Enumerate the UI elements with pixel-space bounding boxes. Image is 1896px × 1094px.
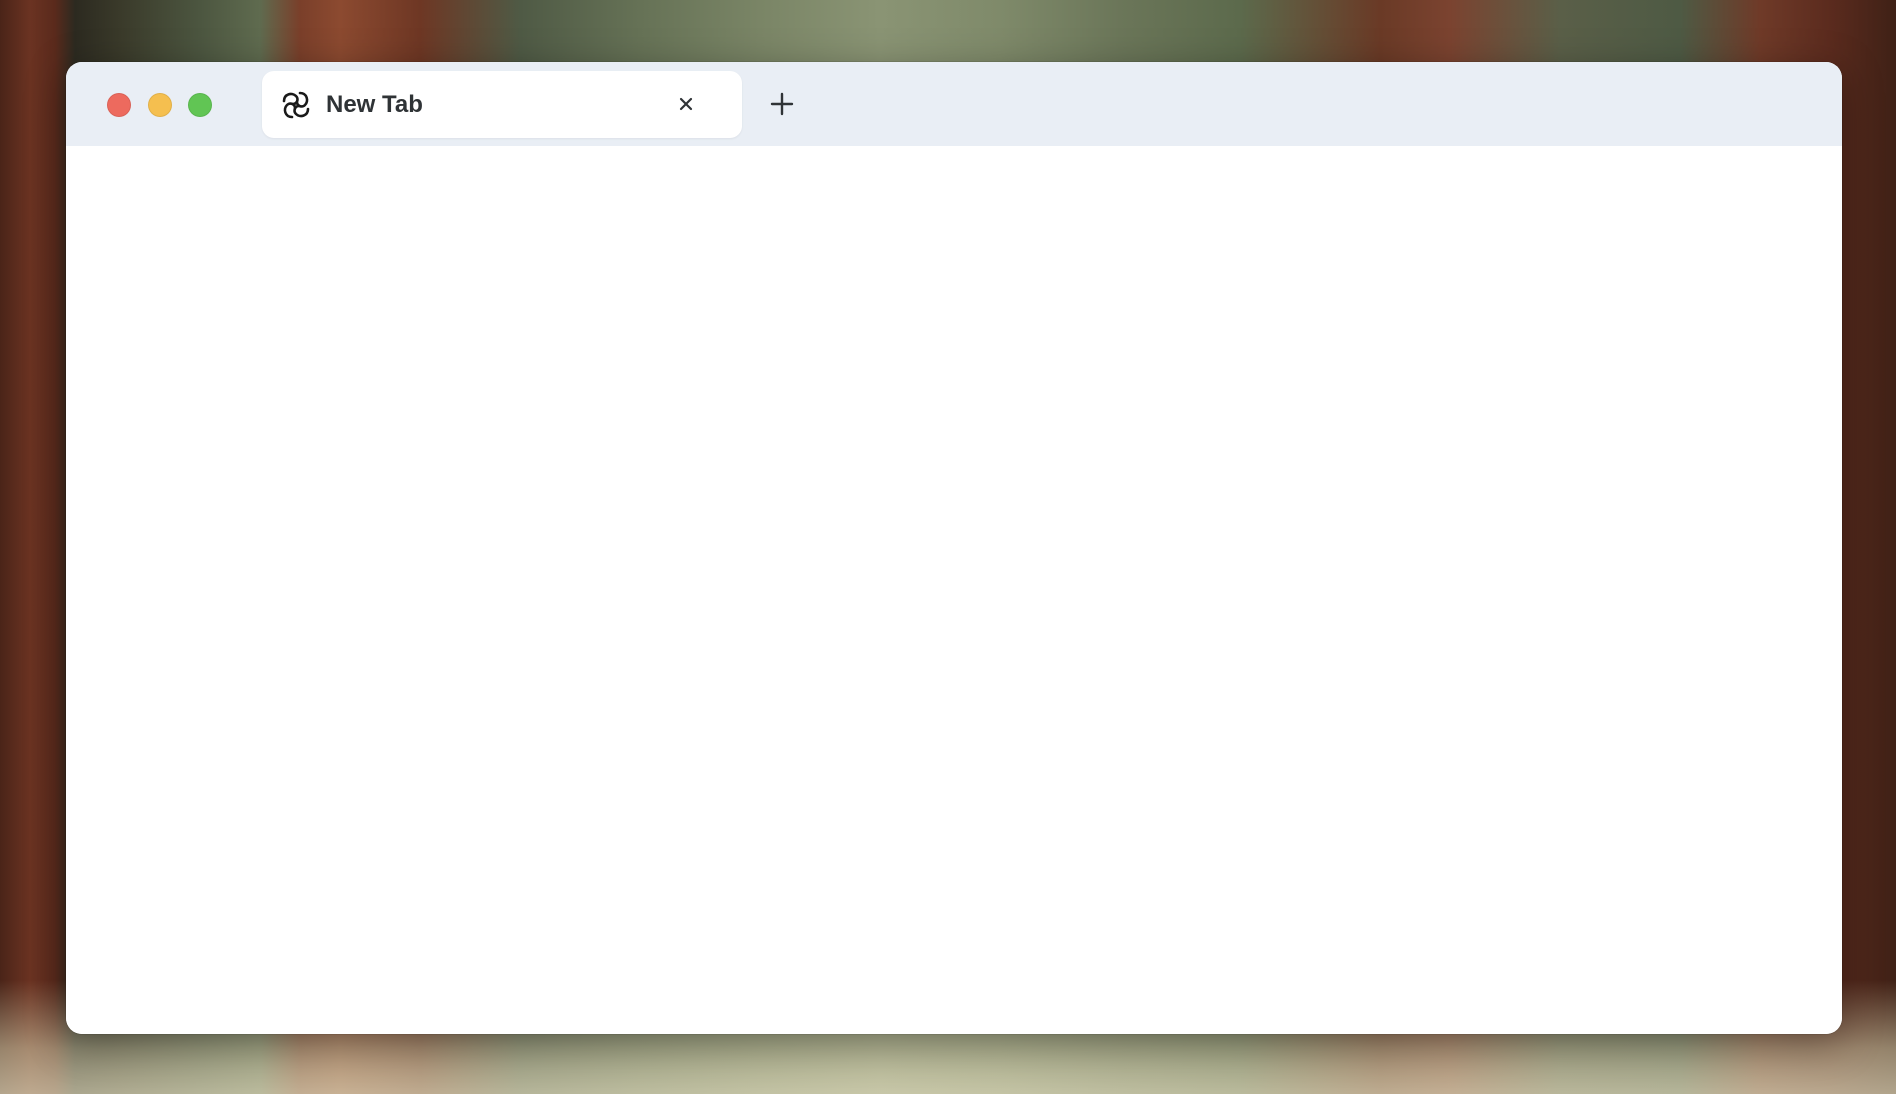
close-icon xyxy=(679,97,693,111)
browser-window: New Tab xyxy=(66,62,1842,1034)
window-maximize-button[interactable] xyxy=(188,93,212,117)
plus-icon xyxy=(770,92,794,116)
tab-title: New Tab xyxy=(326,91,423,118)
tab-close-button[interactable] xyxy=(672,90,700,118)
window-minimize-button[interactable] xyxy=(148,93,172,117)
tab-new-tab[interactable]: New Tab xyxy=(262,71,742,138)
title-bar: New Tab xyxy=(66,62,1842,146)
page-content-area[interactable] xyxy=(66,146,1842,1034)
window-close-button[interactable] xyxy=(107,93,131,117)
browser-logo-icon xyxy=(280,89,312,121)
new-tab-button[interactable] xyxy=(762,84,802,124)
